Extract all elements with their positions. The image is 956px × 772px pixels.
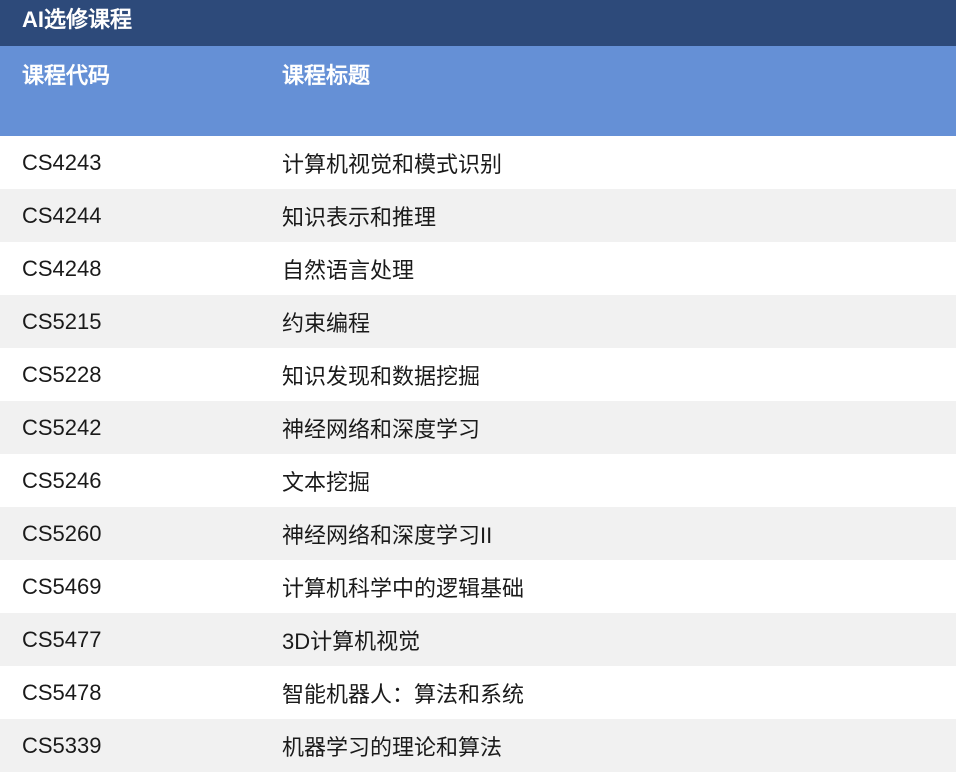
course-title-cell: 知识表示和推理 <box>282 204 437 230</box>
table-row: CS5478 智能机器人：算法和系统 <box>0 666 956 719</box>
course-table: AI选修课程 课程代码 课程标题 CS4243 计算机视觉和模式识别 CS4244 知… <box>0 0 956 772</box>
table-row: CS4244 知识表示和推理 <box>0 189 956 242</box>
table-row: CS5260 神经网络和深度学习II <box>0 507 956 560</box>
course-code-cell: CS5339 <box>22 732 102 758</box>
table-row: CS5246 文本挖掘 <box>0 454 956 507</box>
table-row: CS5228 知识发现和数据挖掘 <box>0 348 956 401</box>
table-row: CS5477 3D计算机视觉 <box>0 613 956 666</box>
table-row: CS5242 神经网络和深度学习 <box>0 401 956 454</box>
course-code-cell: CS4244 <box>22 202 102 228</box>
course-title-cell: 约束编程 <box>282 310 371 336</box>
table-header-row: 课程代码 课程标题 <box>0 46 956 136</box>
course-code-cell: CS4248 <box>22 255 102 281</box>
course-title-cell: 神经网络和深度学习II <box>282 522 493 548</box>
table-row: CS4243 计算机视觉和模式识别 <box>0 136 956 189</box>
table-row: CS4248 自然语言处理 <box>0 242 956 295</box>
course-code-cell: CS5478 <box>22 679 102 705</box>
course-title-cell: 计算机科学中的逻辑基础 <box>282 575 525 601</box>
course-code-cell: CS5477 <box>22 626 102 652</box>
course-code-cell: CS5215 <box>22 308 102 334</box>
table-body: CS4243 计算机视觉和模式识别 CS4244 知识表示和推理 CS4248 自然语言处… <box>0 136 956 772</box>
column-header-code: 课程代码 <box>22 63 111 88</box>
course-code-cell: CS5260 <box>22 520 102 546</box>
course-code-cell: CS5469 <box>22 573 102 599</box>
table-title: AI选修课程 <box>0 0 956 46</box>
course-title-cell: 3D计算机视觉 <box>282 628 421 654</box>
column-header-title: 课程标题 <box>282 63 371 88</box>
course-title-cell: 智能机器人：算法和系统 <box>282 681 525 707</box>
course-title-cell: 文本挖掘 <box>282 469 371 495</box>
table-row: CS5469 计算机科学中的逻辑基础 <box>0 560 956 613</box>
course-code-cell: CS5228 <box>22 361 102 387</box>
course-code-cell: CS5242 <box>22 414 102 440</box>
course-title-cell: 计算机视觉和模式识别 <box>282 151 503 177</box>
course-title-cell: 自然语言处理 <box>282 257 415 283</box>
course-code-cell: CS4243 <box>22 149 102 175</box>
course-title-cell: 机器学习的理论和算法 <box>282 734 503 760</box>
course-title-cell: 知识发现和数据挖掘 <box>282 363 481 389</box>
table-row: CS5339 机器学习的理论和算法 <box>0 719 956 772</box>
course-title-cell: 神经网络和深度学习 <box>282 416 481 442</box>
course-code-cell: CS5246 <box>22 467 102 493</box>
table-row: CS5215 约束编程 <box>0 295 956 348</box>
